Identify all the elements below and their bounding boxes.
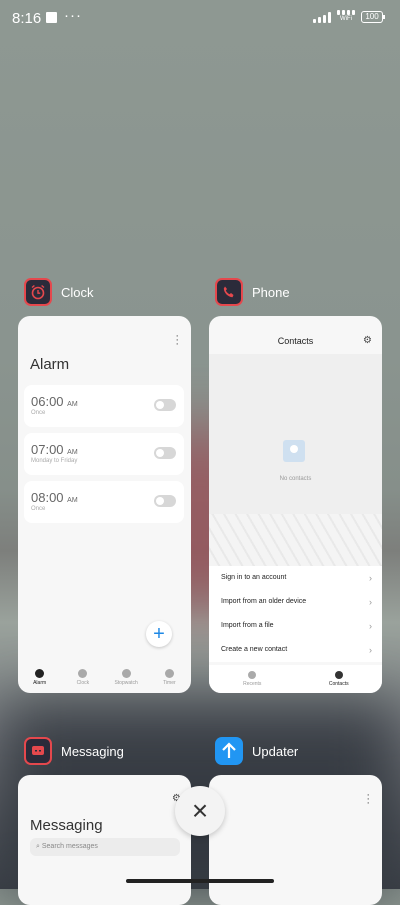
timer-icon [164,669,174,678]
app-header-messaging[interactable]: Messaging [24,737,124,765]
tab-label: Alarm [33,680,47,686]
tab-label: Timer [163,680,176,686]
app-header-clock[interactable]: Clock [24,278,94,306]
contacts-empty-area: No contacts [209,354,382,566]
alarm-ampm: AM [67,401,78,408]
messaging-title: Messaging [30,817,103,834]
clock-icon [78,669,88,678]
alarm-item[interactable]: 06:00 AM Once [24,385,184,427]
app-name-clock: Clock [61,284,94,300]
phone-tab-bar: Recents Contacts [209,665,382,693]
phone-icon [248,671,257,679]
tab-clock[interactable]: Clock [61,663,104,693]
tab-contacts[interactable]: Contacts [296,665,383,693]
menu-item-sign-in[interactable]: Sign in to an account [209,566,382,590]
contact-placeholder-icon [283,440,305,462]
updater-app-icon[interactable] [215,737,243,765]
status-bar: 8:16 ··· WiFi 100 [0,0,400,36]
alarm-time: 06:00 [31,394,64,409]
app-header-phone[interactable]: Phone [215,278,290,306]
app-name-phone: Phone [252,284,290,300]
clock-tab-bar: Alarm Clock Stopwatch Timer [18,663,191,693]
alarm-detail: Once [31,410,46,416]
tab-label: Stopwatch [114,680,138,686]
menu-item-import-file[interactable]: Import from a file [209,614,382,638]
alarm-icon [35,669,45,678]
app-header-updater[interactable]: Updater [215,737,298,765]
clock-app-icon[interactable] [24,278,52,306]
empty-contacts-text: No contacts [279,476,312,482]
more-options-icon[interactable]: · · · [366,790,370,809]
tab-recents[interactable]: Recents [209,665,296,693]
wifi-label: WiFi [340,16,352,22]
stopwatch-icon [121,669,131,678]
alarm-ampm: AM [67,497,78,504]
alarm-item[interactable]: 07:00 AM Monday to Friday [24,433,184,475]
messaging-app-icon[interactable] [24,737,52,765]
tab-label: Clock [76,680,90,686]
tab-label: Contacts [328,681,349,687]
alarm-title: Alarm [30,356,70,373]
app-name-updater: Updater [252,743,299,759]
clock-app-card[interactable]: · · · Alarm 06:00 AM Once 07:00 AM Monday … [18,316,191,693]
phone-app-card[interactable]: Contacts ⚙ No contacts Sign in to an acc… [209,316,382,693]
settings-gear-icon[interactable]: ⚙ [363,335,372,346]
person-icon [334,671,343,679]
contacts-title: Contacts [277,336,314,346]
alarm-toggle[interactable] [154,447,176,459]
alarm-toggle[interactable] [154,399,176,411]
more-notifications-icon: ··· [64,7,82,24]
alarm-detail: Monday to Friday [31,458,78,464]
menu-item-create-contact[interactable]: Create a new contact [209,638,382,662]
tab-alarm[interactable]: Alarm [18,663,61,693]
wifi-icon: WiFi [336,10,356,23]
alarm-time: 08:00 [31,490,64,505]
alarm-toggle[interactable] [154,495,176,507]
more-options-icon[interactable]: · · · [175,331,179,350]
app-name-messaging: Messaging [61,743,124,759]
alarm-time: 07:00 [31,442,64,457]
tab-stopwatch[interactable]: Stopwatch [105,663,148,693]
contacts-menu: Sign in to an account Import from an old… [209,566,382,662]
menu-item-import-device[interactable]: Import from an older device [209,590,382,614]
search-input[interactable]: ⌕ Search messages [30,838,180,856]
decorative-pattern [209,514,382,566]
status-time: 8:16 [12,10,42,27]
tab-timer[interactable]: Timer [148,663,191,693]
close-all-button[interactable]: × [175,786,225,836]
messaging-app-card[interactable]: ⚙ Messaging ⌕ Search messages [18,775,191,905]
add-alarm-button[interactable]: + [146,621,172,647]
alarm-ampm: AM [67,449,78,456]
notification-icon [46,12,57,23]
alarm-item[interactable]: 08:00 AM Once [24,481,184,523]
alarm-detail: Once [31,506,46,512]
home-indicator[interactable] [126,879,274,883]
signal-icon [313,12,331,23]
search-placeholder: Search messages [41,843,98,850]
updater-app-card[interactable]: · · · [209,775,382,905]
tab-label: Recents [243,681,262,687]
battery-icon: 100 [361,11,385,23]
phone-app-icon[interactable] [215,278,243,306]
